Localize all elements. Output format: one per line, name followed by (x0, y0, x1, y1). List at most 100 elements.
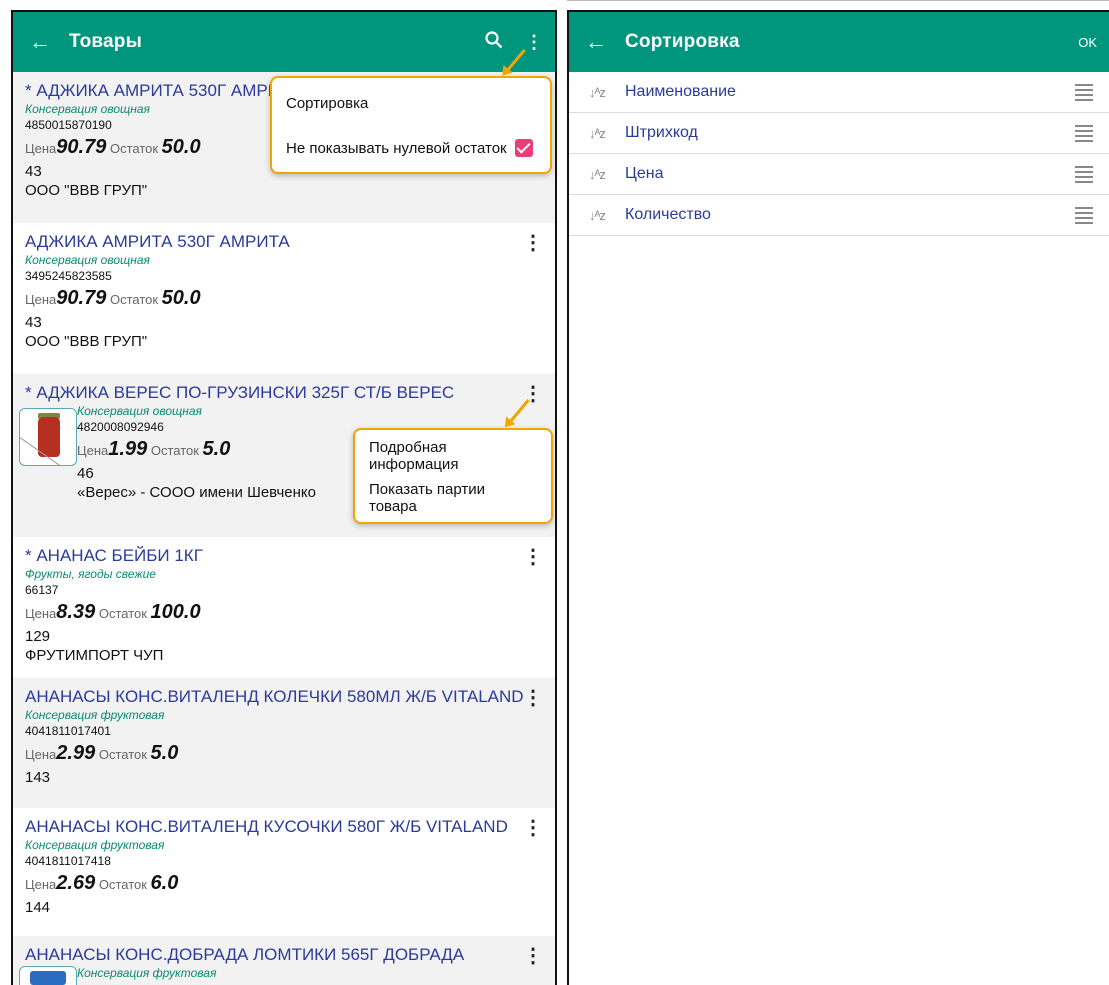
menu-item-details[interactable]: Подробная информация (355, 430, 551, 476)
product-name: АНАНАСЫ КОНС.ВИТАЛЕНД КОЛЕЧКИ 580МЛ Ж/Б … (25, 687, 524, 706)
product-category: Консервация фруктовая (77, 966, 217, 980)
drag-handle-icon[interactable] (1075, 165, 1093, 183)
drag-handle-icon[interactable] (1075, 206, 1093, 224)
drag-handle-icon[interactable] (1075, 124, 1093, 142)
sort-row-label: Цена (625, 165, 664, 182)
stock-value: 6.0 (150, 872, 179, 894)
hide-zero-checkbox[interactable] (514, 139, 533, 157)
stock-value: 5.0 (202, 438, 231, 460)
product-vendor: ООО "ВВВ ГРУП" (25, 182, 148, 199)
price-label: Цена (25, 877, 57, 892)
price-value: 2.69 (56, 872, 96, 894)
product-name: АНАНАСЫ КОНС.ВИТАЛЕНД КУСОЧКИ 580Г Ж/Б V… (25, 817, 508, 836)
item-menu-icon[interactable]: ⋮ (523, 818, 543, 838)
app-bar: ← Товары ⋮ (13, 12, 555, 72)
product-vendor: ООО "ВВВ ГРУП" (25, 333, 148, 350)
product-number: 43 (25, 314, 42, 331)
page-title: Товары (69, 31, 143, 52)
sort-row-quantity[interactable]: ↓ᴬz Количество (569, 195, 1109, 236)
price-value: 8.39 (56, 601, 96, 623)
product-barcode: 3495245823585 (25, 269, 112, 283)
more-vert-icon[interactable]: ⋮ (525, 32, 543, 53)
sort-row-label: Количество (625, 206, 711, 223)
stock-label: Остаток (98, 877, 147, 892)
search-icon[interactable] (485, 30, 503, 54)
menu-item-hide-zero[interactable]: Не показывать нулевой остаток (272, 128, 550, 168)
price-value: 90.79 (56, 287, 107, 309)
overflow-menu: Сортировка Не показывать нулевой остаток (270, 76, 552, 174)
sort-az-icon: ↓ᴬz (589, 166, 606, 182)
sort-row-barcode[interactable]: ↓ᴬz Штрихкод (569, 113, 1109, 154)
item-menu-icon[interactable]: ⋮ (523, 547, 543, 567)
stock-value: 50.0 (161, 136, 201, 158)
product-category: Фрукты, ягоды свежие (25, 567, 156, 581)
list-item[interactable]: АНАНАСЫ КОНС.ВИТАЛЕНД КОЛЕЧКИ 580МЛ Ж/Б … (13, 678, 555, 808)
stock-label: Остаток (98, 606, 147, 621)
sort-az-icon: ↓ᴬz (589, 84, 606, 100)
item-menu-icon[interactable]: ⋮ (523, 688, 543, 708)
sort-row-name[interactable]: ↓ᴬz Наименование (569, 72, 1109, 113)
product-barcode: 4041811017418 (25, 854, 111, 868)
menu-item-batches[interactable]: Показать партии товара (355, 476, 551, 520)
stock-label: Остаток (109, 141, 159, 156)
product-number: 144 (25, 899, 51, 916)
sort-row-label: Наименование (625, 83, 736, 100)
price-line: Цена2.99 Остаток 5.0 (25, 739, 543, 769)
product-barcode: 66137 (25, 583, 59, 597)
price-line: Цена90.79 Остаток 50.0 (25, 284, 543, 314)
product-category: Консервация фруктовая (25, 838, 165, 852)
product-category: Консервация овощная (77, 404, 202, 418)
price-label: Цена (77, 443, 109, 458)
price-label: Цена (25, 606, 57, 621)
list-item[interactable]: АНАНАСЫ КОНС.ВИТАЛЕНД КУСОЧКИ 580Г Ж/Б V… (13, 808, 555, 936)
price-value: 1.99 (108, 438, 148, 460)
product-thumbnail[interactable] (19, 408, 77, 466)
product-number: 129 (25, 628, 51, 645)
stock-value: 100.0 (150, 601, 201, 623)
sort-screen: ← Сортировка OK ↓ᴬz Наименование ↓ᴬz Штр… (567, 10, 1109, 985)
price-label: Цена (25, 747, 57, 762)
stock-label: Остаток (150, 443, 199, 458)
sort-list: ↓ᴬz Наименование ↓ᴬz Штрихкод ↓ᴬz Цена ↓… (569, 72, 1109, 236)
sort-row-label: Штрихкод (625, 124, 698, 141)
price-value: 90.79 (56, 136, 107, 158)
product-barcode: 4041811017401 (25, 724, 111, 738)
sort-row-price[interactable]: ↓ᴬz Цена (569, 154, 1109, 195)
product-vendor: ФРУТИМПОРТ ЧУП (25, 647, 164, 664)
list-item[interactable]: АНАНАСЫ КОНС.ДОБРАДА ЛОМТИКИ 565Г ДОБРАД… (13, 936, 555, 985)
sort-az-icon: ↓ᴬz (589, 207, 606, 223)
stock-label: Остаток (98, 747, 147, 762)
product-name: * АНАНАС БЕЙБИ 1КГ (25, 546, 203, 565)
product-name: АНАНАСЫ КОНС.ДОБРАДА ЛОМТИКИ 565Г ДОБРАД… (25, 945, 465, 964)
products-screen: ← Товары ⋮ * АДЖИКА АМРИТА 530Г АМРИТА К… (11, 10, 557, 985)
price-value: 2.99 (56, 742, 96, 764)
product-name: АДЖИКА АМРИТА 530Г АМРИТА (25, 232, 290, 251)
product-number: 143 (25, 769, 51, 786)
ok-button[interactable]: OK (1078, 35, 1097, 50)
sort-az-icon: ↓ᴬz (589, 125, 606, 141)
product-thumbnail[interactable] (19, 966, 77, 985)
item-menu-icon[interactable]: ⋮ (523, 233, 543, 253)
price-label: Цена (25, 292, 57, 307)
product-list: * АДЖИКА АМРИТА 530Г АМРИТА Консервация … (13, 72, 555, 985)
menu-item-hide-zero-label: Не показывать нулевой остаток (286, 139, 507, 157)
list-item[interactable]: * АНАНАС БЕЙБИ 1КГ ⋮ Фрукты, ягоды свежи… (13, 537, 555, 678)
menu-item-sort[interactable]: Сортировка (272, 78, 550, 128)
product-category: Консервация фруктовая (25, 708, 165, 722)
top-divider (567, 0, 1109, 3)
product-name: * АДЖИКА ВЕРЕС ПО-ГРУЗИНСКИ 325Г СТ/Б ВЕ… (25, 383, 455, 402)
price-line: Цена2.69 Остаток 6.0 (25, 869, 543, 899)
price-line: Цена8.39 Остаток 100.0 (25, 598, 543, 628)
page-title: Сортировка (625, 31, 740, 52)
item-context-menu: Подробная информация Показать партии тов… (353, 428, 553, 524)
back-arrow-icon[interactable]: ← (585, 31, 625, 53)
stock-value: 50.0 (161, 287, 201, 309)
item-menu-icon[interactable]: ⋮ (523, 946, 543, 966)
price-label: Цена (25, 141, 57, 156)
list-item[interactable]: АДЖИКА АМРИТА 530Г АМРИТА ⋮ Консервация … (13, 223, 555, 374)
drag-handle-icon[interactable] (1075, 83, 1093, 101)
product-category: Консервация овощная (25, 253, 150, 267)
app-bar: ← Сортировка OK (569, 12, 1109, 72)
back-arrow-icon[interactable]: ← (29, 31, 69, 53)
stock-value: 5.0 (150, 742, 179, 764)
